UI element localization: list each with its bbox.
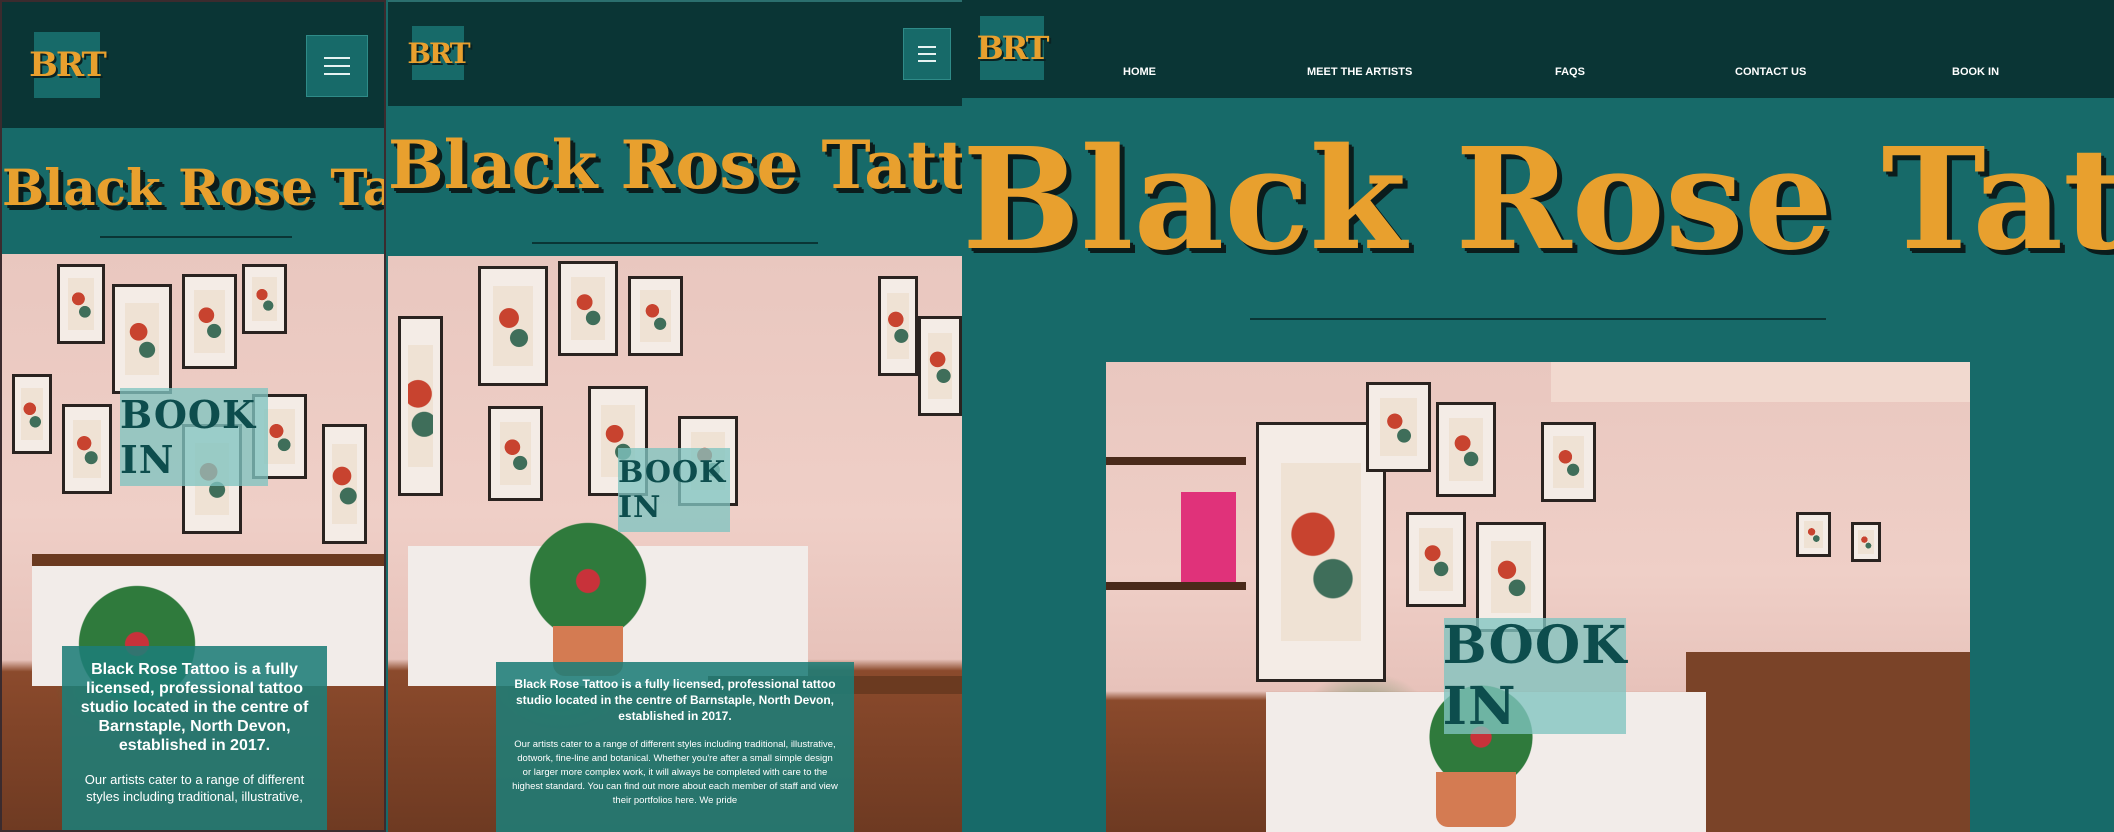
site-title: Black Rose Tattoo — [962, 118, 2114, 282]
book-in-button[interactable]: BOOK IN — [618, 448, 730, 532]
nav-home[interactable]: HOME — [1123, 66, 1156, 78]
book-in-button[interactable]: BOOK IN — [120, 388, 268, 486]
nav-contact-us[interactable]: CONTACT US — [1735, 66, 1806, 78]
book-in-button[interactable]: BOOK IN — [1443, 615, 1627, 737]
site-header: BRT — [388, 0, 962, 106]
site-header: BRT — [2, 2, 384, 128]
mobile-viewport: BRT Black Rose Tattoo BOOK IN Black Rose… — [0, 0, 386, 832]
nav-meet-the-artists[interactable]: MEET THE ARTISTS — [1307, 66, 1412, 78]
tablet-viewport: BRT Black Rose Tattoo BOOK IN Black Rose… — [388, 0, 962, 832]
hamburger-menu-icon[interactable] — [306, 35, 368, 97]
nav-faqs[interactable]: FAQS — [1555, 66, 1585, 78]
title-divider — [532, 242, 818, 244]
brt-logo[interactable]: BRT — [977, 16, 1049, 80]
intro-body: Our artists cater to a range of differen… — [84, 772, 305, 804]
title-divider — [1250, 318, 1826, 320]
site-header: BRT HOME MEET THE ARTISTS FAQS CONTACT U… — [962, 0, 2114, 98]
title-divider — [100, 236, 292, 238]
intro-card: Black Rose Tattoo is a fully licensed, p… — [496, 662, 854, 832]
site-title: Black Rose Tattoo — [2, 158, 384, 217]
desktop-viewport: BRT HOME MEET THE ARTISTS FAQS CONTACT U… — [962, 0, 2114, 832]
hamburger-menu-icon[interactable] — [903, 28, 951, 80]
studio-photo: BOOK IN Black Rose Tattoo is a fully lic… — [2, 254, 384, 830]
studio-photo: BOOK IN — [1106, 362, 1970, 832]
intro-card: Black Rose Tattoo is a fully licensed, p… — [62, 646, 327, 830]
nav-book-in[interactable]: BOOK IN — [1952, 66, 1999, 78]
site-title: Black Rose Tattoo — [388, 126, 962, 204]
intro-body: Our artists cater to a range of differen… — [512, 739, 838, 806]
studio-photo: BOOK IN Black Rose Tattoo is a fully lic… — [388, 256, 962, 832]
intro-lead: Black Rose Tattoo is a fully licensed, p… — [80, 661, 309, 754]
brt-logo[interactable]: BRT — [29, 32, 107, 98]
brt-logo[interactable]: BRT — [407, 26, 471, 80]
intro-lead: Black Rose Tattoo is a fully licensed, p… — [514, 677, 836, 723]
